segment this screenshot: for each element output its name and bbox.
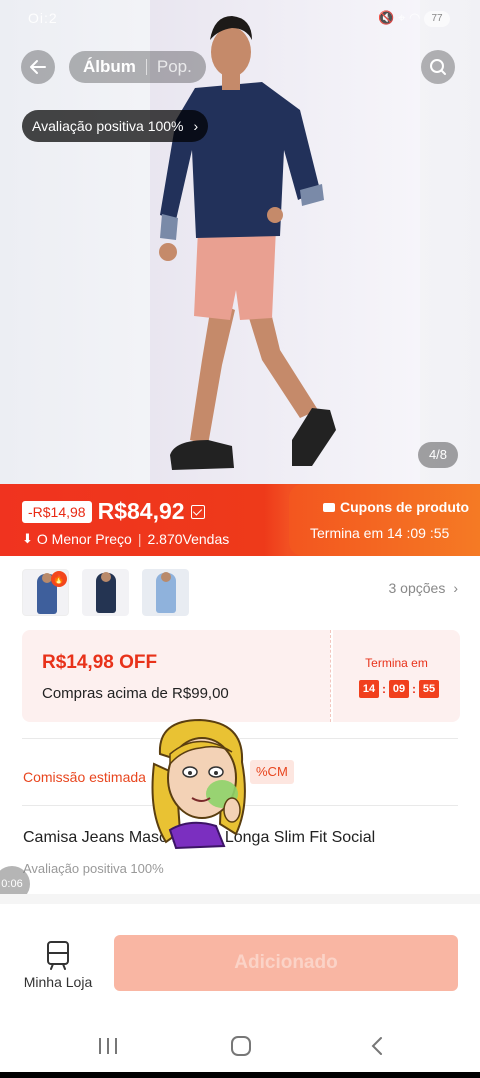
search-icon	[430, 59, 446, 75]
arrow-left-icon	[30, 60, 46, 74]
system-navigation-bar	[0, 1016, 480, 1078]
timer-colon: :	[382, 682, 386, 696]
current-price: R$84,92	[97, 498, 185, 524]
coupon-banner-title: Cupons de produto	[340, 499, 470, 515]
status-time: Oi:2	[28, 10, 58, 26]
coupon-banner-title-row: Cupons de produto	[323, 499, 469, 515]
tab-album[interactable]: Álbum	[83, 57, 136, 77]
variant-thumb[interactable]: 🔥	[22, 569, 69, 616]
evaluation-pill[interactable]: Avaliação positiva 100% ›	[22, 110, 209, 142]
back-button[interactable]	[21, 50, 55, 84]
price-banner: -R$14,98 R$84,92 ⬇ O Menor Preço | 2.870…	[0, 484, 480, 556]
price-row: -R$14,98 R$84,92	[22, 498, 205, 525]
price-subline: ⬇ O Menor Preço | 2.870Vendas	[22, 531, 229, 547]
location-icon: ⌖	[398, 10, 406, 25]
product-page: Oi:2 🔇 ⌖ ◠ 77 Álbum Pop. Avaliação posit…	[0, 0, 480, 1078]
chevron-right-icon: ›	[453, 580, 458, 596]
variant-thumb-head	[161, 572, 171, 582]
coupon-card[interactable]: R$14,98 OFF Compras acima de R$99,00 Ter…	[22, 630, 460, 722]
evaluation-pill-label: Avaliação positiva 100%	[32, 118, 184, 134]
countdown-timer: 14 : 09 : 55	[359, 680, 439, 698]
coupon-banner-countdown: Termina em 14 :09 :55	[310, 525, 450, 541]
timer-seconds: 55	[419, 680, 439, 698]
coupon-banner[interactable]: Cupons de produto Termina em 14 :09 :55	[289, 484, 480, 556]
coupon-card-main: R$14,98 OFF Compras acima de R$99,00	[22, 630, 330, 722]
coupon-discount: R$14,98 OFF	[42, 652, 158, 673]
back-nav-icon[interactable]	[368, 1036, 386, 1056]
sales-count: 2.870Vendas	[147, 531, 230, 547]
status-bar: Oi:2 🔇 ⌖ ◠ 77	[0, 4, 480, 34]
variant-thumbnails: 🔥	[22, 569, 202, 616]
chevron-right-icon: ›	[193, 118, 199, 134]
gallery-segment-control[interactable]: Álbum Pop.	[69, 51, 206, 83]
status-icons: 🔇 ⌖ ◠ 77	[378, 10, 450, 27]
home-icon[interactable]	[230, 1036, 252, 1056]
variant-thumb-head	[101, 572, 111, 582]
price-check-icon	[190, 504, 205, 519]
section-separator	[0, 894, 480, 904]
coupon-condition: Compras acima de R$99,00	[42, 685, 229, 702]
ticket-icon	[323, 502, 335, 512]
recent-apps-icon[interactable]	[97, 1036, 119, 1056]
commission-label: Comissão estimada	[23, 769, 146, 785]
cartoon-sticker-overlay	[151, 718, 246, 850]
discount-tag: -R$14,98	[22, 500, 92, 523]
wifi-icon: ◠	[409, 10, 421, 25]
mute-icon: 🔇	[378, 10, 395, 25]
product-evaluation: Avaliação positiva 100%	[23, 861, 164, 876]
coupon-ends-label: Termina em	[365, 656, 428, 670]
search-button[interactable]	[421, 50, 455, 84]
store-icon	[47, 941, 69, 970]
product-image-gallery[interactable]: Oi:2 🔇 ⌖ ◠ 77 Álbum Pop. Avaliação posit…	[0, 0, 480, 484]
divider: |	[137, 531, 142, 547]
variant-thumb[interactable]	[82, 569, 129, 616]
image-counter: 4/8	[418, 442, 458, 468]
timer-minutes: 09	[389, 680, 409, 698]
fire-icon: 🔥	[51, 571, 67, 587]
battery-icon: 77	[424, 10, 450, 27]
variant-thumb[interactable]	[142, 569, 189, 616]
my-store-button[interactable]: Minha Loja	[22, 940, 94, 990]
added-button[interactable]: Adicionado	[114, 935, 458, 991]
bottom-action-bar: Minha Loja Adicionado	[0, 904, 480, 1004]
segment-divider	[145, 59, 147, 75]
timer-hours: 14	[359, 680, 379, 698]
variant-options-label: 3 opções	[388, 580, 446, 596]
screen-bottom-edge	[0, 1072, 480, 1078]
variant-options-link[interactable]: 3 opções ›	[389, 580, 459, 596]
tab-pop[interactable]: Pop.	[157, 57, 192, 77]
lowest-price-label: O Menor Preço	[36, 531, 132, 547]
coupon-card-timer: Termina em 14 : 09 : 55	[333, 630, 460, 722]
arrow-down-icon: ⬇	[22, 531, 33, 546]
my-store-label: Minha Loja	[23, 974, 93, 990]
timer-colon: :	[412, 682, 416, 696]
